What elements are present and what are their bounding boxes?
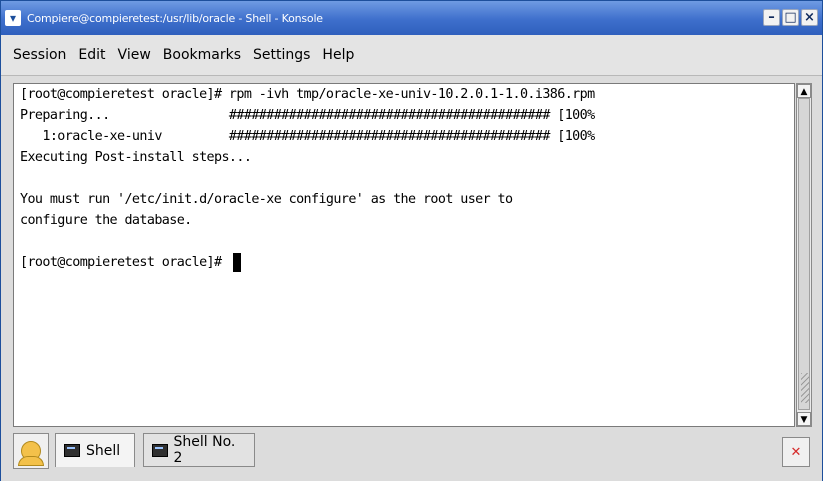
terminal-line: Executing Post-install steps...	[20, 150, 252, 165]
terminal-icon	[64, 444, 80, 457]
window-buttons: – □ ×	[763, 9, 818, 26]
konsole-window: ▾ Compiere@compieretest:/usr/lib/oracle …	[0, 0, 823, 481]
menu-edit[interactable]: Edit	[72, 47, 111, 63]
tab-label: Shell	[86, 442, 121, 459]
window-menu-icon[interactable]: ▾	[5, 10, 21, 26]
text-cursor	[232, 252, 241, 272]
menu-bar: Session Edit View Bookmarks Settings Hel…	[1, 35, 822, 76]
tab-shell-no-2[interactable]: Shell No. 2	[143, 433, 255, 467]
new-session-icon	[18, 441, 44, 466]
scrollbar-grip	[801, 373, 809, 403]
terminal-line: Preparing... ###########################…	[20, 108, 595, 123]
close-session-button[interactable]: ✕	[782, 437, 810, 467]
terminal-prompt-line: [root@compieretest oracle]#	[14, 252, 794, 273]
new-session-button[interactable]	[13, 433, 49, 469]
scrollbar-thumb[interactable]	[798, 98, 810, 410]
close-icon[interactable]: ×	[801, 9, 818, 26]
menu-session[interactable]: Session	[1, 47, 72, 63]
maximize-icon[interactable]: □	[782, 9, 799, 26]
scroll-up-icon[interactable]: ▲	[797, 84, 811, 98]
menu-settings[interactable]: Settings	[247, 47, 316, 63]
title-bar[interactable]: ▾ Compiere@compieretest:/usr/lib/oracle …	[1, 1, 822, 35]
terminal-output[interactable]: [root@compieretest oracle]# rpm -ivh tmp…	[13, 83, 795, 427]
tab-bar: Shell Shell No. 2 ✕	[1, 429, 822, 481]
tab-label: Shell No. 2	[173, 434, 236, 466]
terminal-line: 1:oracle-xe-univ #######################…	[20, 129, 595, 144]
tab-shell[interactable]: Shell	[55, 433, 135, 467]
terminal-line: You must run '/etc/init.d/oracle-xe conf…	[20, 192, 513, 207]
terminal-line: [root@compieretest oracle]# rpm -ivh tmp…	[20, 87, 595, 102]
terminal-prompt: [root@compieretest oracle]#	[20, 255, 229, 270]
vertical-scrollbar[interactable]: ▲ ▼	[796, 83, 812, 427]
menu-help[interactable]: Help	[316, 47, 360, 63]
close-session-icon: ✕	[790, 444, 802, 460]
menu-view[interactable]: View	[112, 47, 157, 63]
scroll-down-icon[interactable]: ▼	[797, 412, 811, 426]
terminal-line: configure the database.	[20, 213, 192, 228]
window-title: Compiere@compieretest:/usr/lib/oracle - …	[27, 11, 323, 25]
menu-bookmarks[interactable]: Bookmarks	[157, 47, 247, 63]
minimize-icon[interactable]: –	[763, 9, 780, 26]
terminal-icon	[152, 443, 168, 457]
